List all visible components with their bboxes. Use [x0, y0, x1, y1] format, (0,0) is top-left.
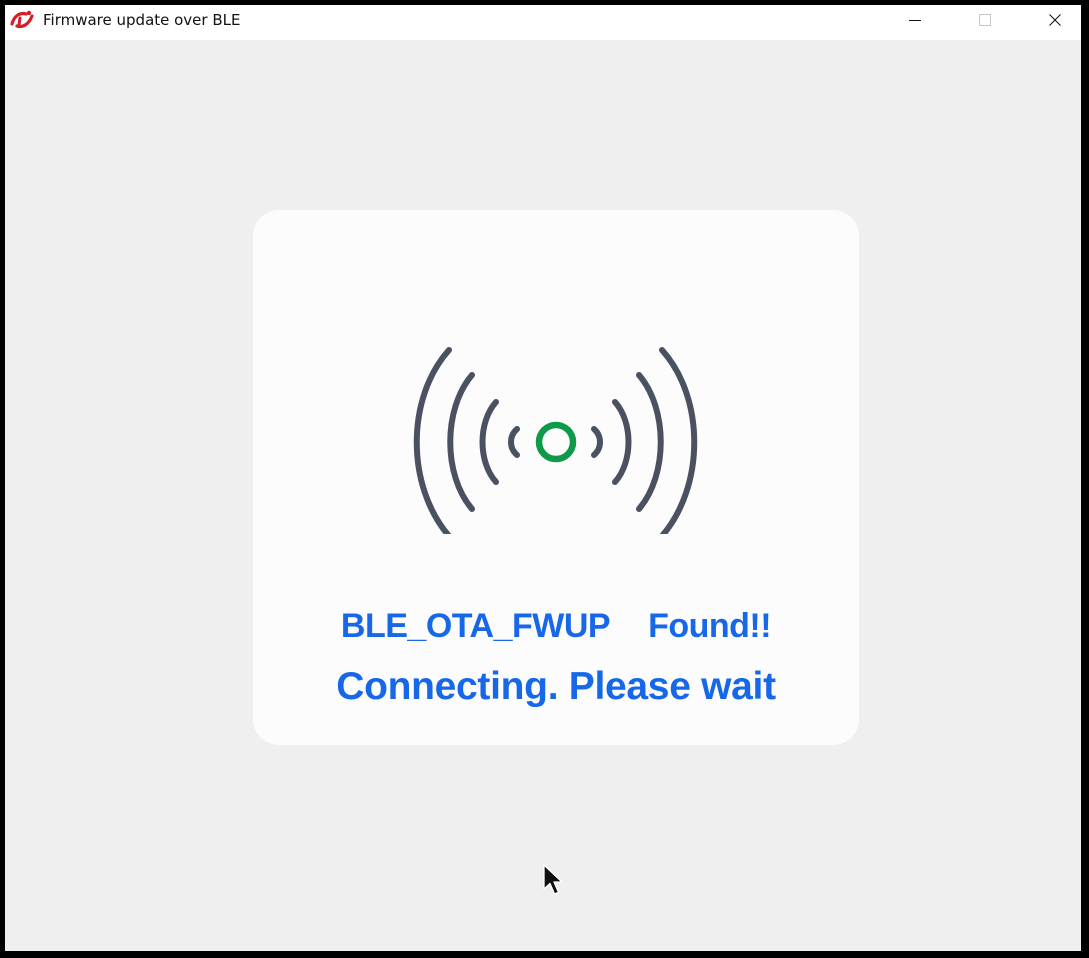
- minimize-button[interactable]: [892, 5, 938, 35]
- mouse-cursor-icon: [543, 864, 563, 895]
- signal-arc-left-2: [479, 399, 499, 485]
- signal-arc-left-4: [413, 347, 452, 534]
- found-label: Found!!: [648, 607, 772, 645]
- signal-arc-left-1: [508, 426, 520, 458]
- connection-status-card: BLE_OTA_FWUP Found!! Connecting. Please w…: [253, 210, 859, 745]
- silicon-labs-logo-icon: [10, 10, 34, 29]
- maximize-button[interactable]: [962, 5, 1008, 35]
- window-title: Firmware update over BLE: [43, 11, 241, 29]
- minimize-icon: [909, 20, 921, 21]
- signal-arc-right-1: [591, 426, 603, 458]
- app-window: Firmware update over BLE BLE_OTA_FWUP Fo…: [5, 5, 1081, 951]
- signal-arc-left-3: [447, 372, 475, 512]
- signal-center-dot: [535, 421, 577, 463]
- signal-arc-right-2: [612, 399, 632, 485]
- signal-arc-right-4: [659, 347, 698, 534]
- close-button[interactable]: [1032, 5, 1078, 35]
- signal-arc-right-3: [636, 372, 664, 512]
- maximize-icon: [979, 14, 991, 26]
- close-icon: [1049, 14, 1061, 26]
- device-found-message: BLE_OTA_FWUP Found!!: [253, 607, 859, 646]
- title-bar[interactable]: Firmware update over BLE: [5, 5, 1081, 40]
- connecting-status-text: Connecting. Please wait: [336, 665, 776, 708]
- bluetooth-signal-icon: [413, 347, 698, 534]
- device-name: BLE_OTA_FWUP: [340, 607, 611, 645]
